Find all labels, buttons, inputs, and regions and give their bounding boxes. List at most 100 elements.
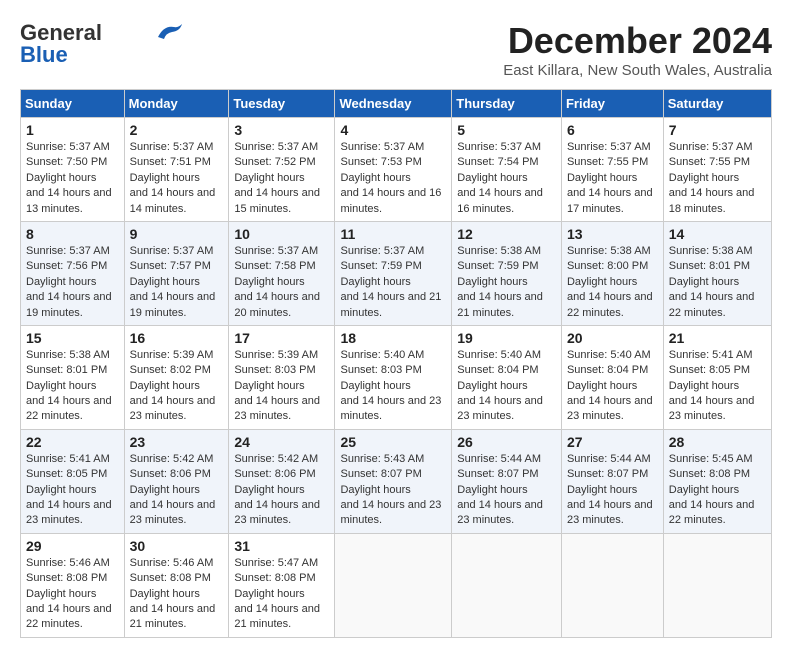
day-cell: 2 Sunrise: 5:37 AM Sunset: 7:51 PM Dayli…: [124, 118, 229, 222]
day-cell: [663, 533, 771, 637]
day-number: 15: [26, 330, 119, 346]
day-cell: 8 Sunrise: 5:37 AM Sunset: 7:56 PM Dayli…: [21, 221, 125, 325]
day-cell: 1 Sunrise: 5:37 AM Sunset: 7:50 PM Dayli…: [21, 118, 125, 222]
day-info: Sunrise: 5:42 AM Sunset: 8:06 PM Dayligh…: [234, 452, 329, 529]
day-cell: 30 Sunrise: 5:46 AM Sunset: 8:08 PM Dayl…: [124, 533, 229, 637]
day-cell: 13 Sunrise: 5:38 AM Sunset: 8:00 PM Dayl…: [561, 221, 663, 325]
day-cell: 5 Sunrise: 5:37 AM Sunset: 7:54 PM Dayli…: [452, 118, 562, 222]
day-number: 22: [26, 434, 119, 450]
day-info: Sunrise: 5:46 AM Sunset: 8:08 PM Dayligh…: [130, 556, 224, 633]
day-cell: 27 Sunrise: 5:44 AM Sunset: 8:07 PM Dayl…: [561, 429, 663, 533]
day-cell: 11 Sunrise: 5:37 AM Sunset: 7:59 PM Dayl…: [335, 221, 452, 325]
day-number: 27: [567, 434, 658, 450]
day-info: Sunrise: 5:37 AM Sunset: 7:56 PM Dayligh…: [26, 244, 119, 321]
week-row-5: 29 Sunrise: 5:46 AM Sunset: 8:08 PM Dayl…: [21, 533, 772, 637]
day-number: 17: [234, 330, 329, 346]
day-number: 2: [130, 122, 224, 138]
day-cell: 18 Sunrise: 5:40 AM Sunset: 8:03 PM Dayl…: [335, 325, 452, 429]
day-info: Sunrise: 5:39 AM Sunset: 8:02 PM Dayligh…: [130, 348, 224, 425]
day-number: 14: [669, 226, 766, 242]
day-cell: [561, 533, 663, 637]
day-number: 21: [669, 330, 766, 346]
day-number: 23: [130, 434, 224, 450]
day-number: 11: [340, 226, 446, 242]
month-title: December 2024: [503, 20, 772, 62]
day-number: 24: [234, 434, 329, 450]
day-number: 29: [26, 538, 119, 554]
day-number: 13: [567, 226, 658, 242]
day-cell: [452, 533, 562, 637]
day-info: Sunrise: 5:44 AM Sunset: 8:07 PM Dayligh…: [457, 452, 556, 529]
header-wednesday: Wednesday: [335, 90, 452, 118]
day-number: 7: [669, 122, 766, 138]
day-info: Sunrise: 5:37 AM Sunset: 7:54 PM Dayligh…: [457, 140, 556, 217]
title-section: December 2024 East Killara, New South Wa…: [503, 20, 772, 79]
day-info: Sunrise: 5:39 AM Sunset: 8:03 PM Dayligh…: [234, 348, 329, 425]
week-row-3: 15 Sunrise: 5:38 AM Sunset: 8:01 PM Dayl…: [21, 325, 772, 429]
day-number: 6: [567, 122, 658, 138]
day-info: Sunrise: 5:37 AM Sunset: 7:53 PM Dayligh…: [340, 140, 446, 217]
day-number: 8: [26, 226, 119, 242]
day-info: Sunrise: 5:37 AM Sunset: 7:58 PM Dayligh…: [234, 244, 329, 321]
day-info: Sunrise: 5:46 AM Sunset: 8:08 PM Dayligh…: [26, 556, 119, 633]
week-row-4: 22 Sunrise: 5:41 AM Sunset: 8:05 PM Dayl…: [21, 429, 772, 533]
day-cell: 10 Sunrise: 5:37 AM Sunset: 7:58 PM Dayl…: [229, 221, 335, 325]
day-info: Sunrise: 5:40 AM Sunset: 8:04 PM Dayligh…: [457, 348, 556, 425]
day-cell: 6 Sunrise: 5:37 AM Sunset: 7:55 PM Dayli…: [561, 118, 663, 222]
header-sunday: Sunday: [21, 90, 125, 118]
day-info: Sunrise: 5:45 AM Sunset: 8:08 PM Dayligh…: [669, 452, 766, 529]
header-thursday: Thursday: [452, 90, 562, 118]
day-info: Sunrise: 5:37 AM Sunset: 7:51 PM Dayligh…: [130, 140, 224, 217]
day-cell: 28 Sunrise: 5:45 AM Sunset: 8:08 PM Dayl…: [663, 429, 771, 533]
location-title: East Killara, New South Wales, Australia: [503, 62, 772, 79]
day-cell: [335, 533, 452, 637]
day-cell: 26 Sunrise: 5:44 AM Sunset: 8:07 PM Dayl…: [452, 429, 562, 533]
day-cell: 9 Sunrise: 5:37 AM Sunset: 7:57 PM Dayli…: [124, 221, 229, 325]
day-cell: 20 Sunrise: 5:40 AM Sunset: 8:04 PM Dayl…: [561, 325, 663, 429]
day-info: Sunrise: 5:38 AM Sunset: 8:00 PM Dayligh…: [567, 244, 658, 321]
calendar-table: SundayMondayTuesdayWednesdayThursdayFrid…: [20, 89, 772, 638]
day-info: Sunrise: 5:37 AM Sunset: 7:55 PM Dayligh…: [567, 140, 658, 217]
day-number: 19: [457, 330, 556, 346]
day-info: Sunrise: 5:37 AM Sunset: 7:59 PM Dayligh…: [340, 244, 446, 321]
day-info: Sunrise: 5:37 AM Sunset: 7:57 PM Dayligh…: [130, 244, 224, 321]
day-cell: 14 Sunrise: 5:38 AM Sunset: 8:01 PM Dayl…: [663, 221, 771, 325]
day-info: Sunrise: 5:40 AM Sunset: 8:04 PM Dayligh…: [567, 348, 658, 425]
page-header: General Blue December 2024 East Killara,…: [20, 20, 772, 79]
day-cell: 17 Sunrise: 5:39 AM Sunset: 8:03 PM Dayl…: [229, 325, 335, 429]
day-info: Sunrise: 5:38 AM Sunset: 8:01 PM Dayligh…: [26, 348, 119, 425]
day-cell: 22 Sunrise: 5:41 AM Sunset: 8:05 PM Dayl…: [21, 429, 125, 533]
day-cell: 16 Sunrise: 5:39 AM Sunset: 8:02 PM Dayl…: [124, 325, 229, 429]
day-number: 10: [234, 226, 329, 242]
header-row: SundayMondayTuesdayWednesdayThursdayFrid…: [21, 90, 772, 118]
day-info: Sunrise: 5:41 AM Sunset: 8:05 PM Dayligh…: [669, 348, 766, 425]
day-cell: 25 Sunrise: 5:43 AM Sunset: 8:07 PM Dayl…: [335, 429, 452, 533]
day-number: 5: [457, 122, 556, 138]
header-monday: Monday: [124, 90, 229, 118]
day-info: Sunrise: 5:43 AM Sunset: 8:07 PM Dayligh…: [340, 452, 446, 529]
day-number: 25: [340, 434, 446, 450]
day-number: 31: [234, 538, 329, 554]
week-row-2: 8 Sunrise: 5:37 AM Sunset: 7:56 PM Dayli…: [21, 221, 772, 325]
day-number: 30: [130, 538, 224, 554]
day-info: Sunrise: 5:41 AM Sunset: 8:05 PM Dayligh…: [26, 452, 119, 529]
day-number: 26: [457, 434, 556, 450]
header-saturday: Saturday: [663, 90, 771, 118]
day-info: Sunrise: 5:40 AM Sunset: 8:03 PM Dayligh…: [340, 348, 446, 425]
day-info: Sunrise: 5:47 AM Sunset: 8:08 PM Dayligh…: [234, 556, 329, 633]
day-cell: 29 Sunrise: 5:46 AM Sunset: 8:08 PM Dayl…: [21, 533, 125, 637]
day-info: Sunrise: 5:37 AM Sunset: 7:52 PM Dayligh…: [234, 140, 329, 217]
day-cell: 31 Sunrise: 5:47 AM Sunset: 8:08 PM Dayl…: [229, 533, 335, 637]
day-cell: 19 Sunrise: 5:40 AM Sunset: 8:04 PM Dayl…: [452, 325, 562, 429]
week-row-1: 1 Sunrise: 5:37 AM Sunset: 7:50 PM Dayli…: [21, 118, 772, 222]
day-info: Sunrise: 5:38 AM Sunset: 8:01 PM Dayligh…: [669, 244, 766, 321]
day-number: 28: [669, 434, 766, 450]
day-info: Sunrise: 5:38 AM Sunset: 7:59 PM Dayligh…: [457, 244, 556, 321]
day-number: 18: [340, 330, 446, 346]
day-info: Sunrise: 5:44 AM Sunset: 8:07 PM Dayligh…: [567, 452, 658, 529]
day-cell: 15 Sunrise: 5:38 AM Sunset: 8:01 PM Dayl…: [21, 325, 125, 429]
day-number: 12: [457, 226, 556, 242]
day-cell: 21 Sunrise: 5:41 AM Sunset: 8:05 PM Dayl…: [663, 325, 771, 429]
day-number: 4: [340, 122, 446, 138]
day-number: 1: [26, 122, 119, 138]
